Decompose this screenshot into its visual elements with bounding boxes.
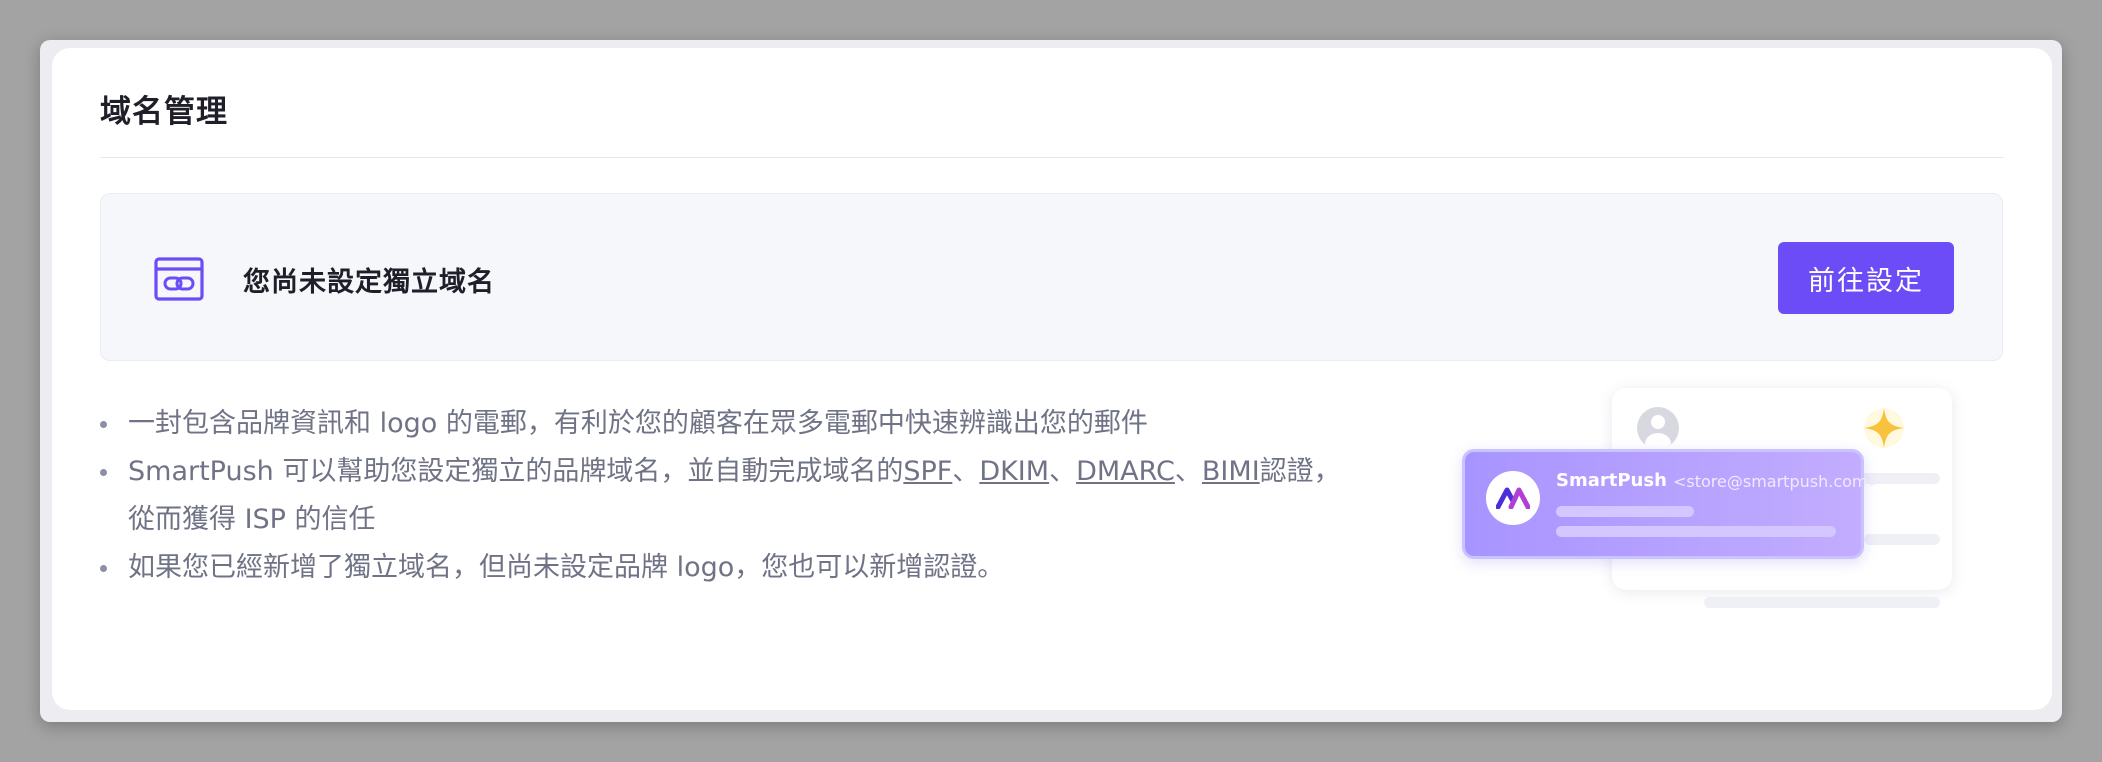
placeholder-bar (1556, 526, 1836, 537)
sender-email: <store@smartpush.com> (1673, 472, 1881, 491)
bullet-icon (100, 421, 107, 428)
bullet-icon (100, 469, 107, 476)
sparkle-icon (1864, 408, 1904, 448)
benefit-text: 一封包含品牌資訊和 logo 的電郵，有利於您的顧客在眾多電郵中快速辨識出您的郵… (128, 408, 1148, 439)
separator: 、 (1174, 456, 1202, 487)
separator: 、 (952, 456, 980, 487)
avatar-icon (1637, 407, 1679, 449)
benefits-list: 一封包含品牌資訊和 logo 的電郵，有利於您的顧客在眾多電郵中快速辨識出您的郵… (100, 400, 1480, 592)
placeholder-line (1704, 597, 1940, 608)
benefit-text-suffix: 認證， (1259, 456, 1341, 487)
benefit-text: 如果您已經新增了獨立域名，但尚未設定品牌 logo，您也可以新增認證。 (128, 552, 1005, 583)
app-window: 域名管理 您尚未設定獨立域名 前往設定 一封包含品牌資訊和 logo 的電郵，有… (40, 40, 2062, 722)
dkim-link[interactable]: DKIM (979, 456, 1049, 487)
sender-name: SmartPush (1556, 470, 1667, 491)
bimi-link[interactable]: BIMI (1202, 456, 1260, 487)
domain-status-card: 您尚未設定獨立域名 前往設定 (100, 193, 2003, 361)
dmarc-link[interactable]: DMARC (1076, 456, 1175, 487)
spf-link[interactable]: SPF (903, 456, 952, 487)
benefit-text-line2: 從而獲得 ISP 的信任 (128, 504, 376, 535)
domain-management-panel: 域名管理 您尚未設定獨立域名 前往設定 一封包含品牌資訊和 logo 的電郵，有… (52, 48, 2052, 710)
page-title: 域名管理 (100, 94, 228, 130)
title-divider (100, 157, 2004, 158)
no-domain-message: 您尚未設定獨立域名 (243, 267, 495, 298)
list-item: SmartPush 可以幫助您設定獨立的品牌域名，並自動完成域名的SPF、DKI… (100, 448, 1480, 544)
placeholder-bar (1556, 506, 1694, 517)
email-preview-card: SmartPush <store@smartpush.com> (1462, 449, 1881, 559)
list-item: 如果您已經新增了獨立域名，但尚未設定品牌 logo，您也可以新增認證。 (100, 544, 1480, 592)
go-to-settings-button[interactable]: 前往設定 (1778, 242, 1954, 314)
brand-logo-icon (1486, 471, 1540, 525)
placeholder-line (1864, 534, 1940, 545)
separator: 、 (1049, 456, 1077, 487)
benefit-text: SmartPush 可以幫助您設定獨立的品牌域名，並自動完成域名的 (128, 456, 904, 487)
browser-link-icon (154, 257, 204, 301)
list-item: 一封包含品牌資訊和 logo 的電郵，有利於您的顧客在眾多電郵中快速辨識出您的郵… (100, 400, 1480, 448)
bullet-icon (100, 565, 107, 572)
